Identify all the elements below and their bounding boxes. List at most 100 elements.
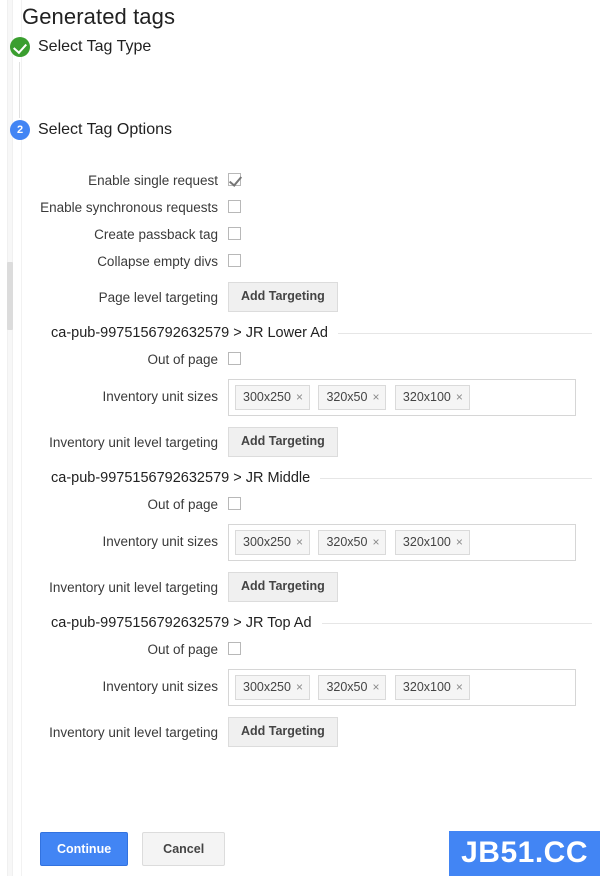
- section-divider: [320, 477, 592, 479]
- option-control: [228, 172, 600, 190]
- option-label: Enable single request: [88, 173, 218, 188]
- option-label: Inventory unit level targeting: [49, 580, 218, 595]
- remove-chip-icon[interactable]: ×: [372, 535, 379, 549]
- option-control: [228, 226, 600, 244]
- checkbox-out-of-page[interactable]: [228, 497, 241, 510]
- inventory-sizes-input[interactable]: 300x250 × 320x50 × 320x100 ×: [228, 669, 576, 706]
- checkbox-enable-single-request[interactable]: [228, 173, 241, 186]
- step-number-icon: 2: [10, 120, 30, 140]
- cancel-button[interactable]: Cancel: [142, 832, 226, 866]
- remove-chip-icon[interactable]: ×: [296, 390, 303, 404]
- check-circle-icon: [10, 37, 30, 57]
- tag-options-form: Enable single request Enable synchronous…: [0, 172, 600, 760]
- size-chip[interactable]: 320x100 ×: [394, 675, 470, 700]
- size-chip[interactable]: 300x250 ×: [235, 530, 310, 555]
- size-chip[interactable]: 300x250 ×: [235, 675, 310, 700]
- option-label: Enable synchronous requests: [40, 200, 218, 215]
- option-row-page-level-targeting: Page level targeting Add Targeting: [0, 282, 600, 312]
- inventory-unit-section: ca-pub-9975156792632579 > JR Top Ad Out …: [0, 615, 600, 747]
- add-unit-targeting-button[interactable]: Add Targeting: [228, 427, 338, 457]
- option-row-out-of-page: Out of page: [0, 641, 600, 659]
- option-control: [228, 199, 600, 217]
- inventory-unit-header: ca-pub-9975156792632579 > JR Lower Ad: [51, 325, 600, 341]
- option-row-out-of-page: Out of page: [0, 496, 600, 514]
- option-control: [228, 253, 600, 271]
- size-chip-label: 320x50: [326, 535, 368, 549]
- option-control: [228, 496, 600, 514]
- size-chip-label: 320x100: [402, 680, 451, 694]
- option-row-enable-single-request: Enable single request: [0, 172, 600, 190]
- option-row-unit-level-targeting: Inventory unit level targeting Add Targe…: [0, 717, 600, 747]
- checkbox-out-of-page[interactable]: [228, 352, 241, 365]
- size-chip[interactable]: 300x250 ×: [235, 385, 310, 410]
- add-unit-targeting-button[interactable]: Add Targeting: [228, 572, 338, 602]
- option-row-create-passback-tag: Create passback tag: [0, 226, 600, 244]
- checkbox-enable-synchronous-requests[interactable]: [228, 200, 241, 213]
- checkbox-collapse-empty-divs[interactable]: [228, 254, 241, 267]
- option-label: Inventory unit sizes: [102, 534, 218, 549]
- size-chip[interactable]: 320x100 ×: [394, 385, 470, 410]
- size-chip-label: 300x250: [243, 680, 291, 694]
- inventory-unit-title: ca-pub-9975156792632579 > JR Lower Ad: [51, 325, 328, 341]
- inventory-sizes-input[interactable]: 300x250 × 320x50 × 320x100 ×: [228, 524, 576, 561]
- option-control: Add Targeting: [228, 282, 600, 312]
- inventory-unit-title: ca-pub-9975156792632579 > JR Middle: [51, 470, 311, 486]
- inventory-unit-title: ca-pub-9975156792632579 > JR Top Ad: [51, 615, 312, 631]
- size-chip[interactable]: 320x50 ×: [318, 530, 387, 555]
- size-chip-label: 320x50: [326, 680, 368, 694]
- remove-chip-icon[interactable]: ×: [372, 390, 379, 404]
- remove-chip-icon[interactable]: ×: [456, 390, 463, 404]
- section-divider: [321, 622, 592, 624]
- option-control: 300x250 × 320x50 × 320x100 ×: [228, 524, 600, 561]
- step-connector-line: [19, 62, 20, 118]
- watermark: JB51.CC: [449, 831, 600, 876]
- size-chip[interactable]: 320x50 ×: [318, 675, 387, 700]
- size-chip-label: 300x250: [243, 390, 291, 404]
- option-row-out-of-page: Out of page: [0, 351, 600, 369]
- checkbox-create-passback-tag[interactable]: [228, 227, 241, 240]
- size-chip-label: 320x100: [402, 390, 451, 404]
- size-chip[interactable]: 320x100 ×: [394, 530, 470, 555]
- remove-chip-icon[interactable]: ×: [296, 680, 303, 694]
- option-row-collapse-empty-divs: Collapse empty divs: [0, 253, 600, 271]
- size-chip-label: 320x100: [402, 535, 451, 549]
- continue-button[interactable]: Continue: [40, 832, 129, 866]
- inventory-unit-header: ca-pub-9975156792632579 > JR Top Ad: [51, 615, 600, 631]
- option-control: 300x250 × 320x50 × 320x100 ×: [228, 379, 600, 416]
- option-control: [228, 641, 600, 659]
- page-title: Generated tags: [22, 4, 176, 29]
- option-label: Out of page: [147, 642, 218, 657]
- option-control: [228, 351, 600, 369]
- generated-tags-page: Generated tags Select Tag Type 2 Select …: [0, 0, 600, 876]
- option-row-inventory-unit-sizes: Inventory unit sizes 300x250 × 320x50 × 32…: [0, 524, 600, 561]
- step-select-tag-options-label: Select Tag Options: [38, 121, 173, 138]
- size-chip-label: 320x50: [326, 390, 368, 404]
- footer-actions: Continue Cancel: [40, 832, 226, 866]
- step-select-tag-type-label: Select Tag Type: [38, 38, 152, 55]
- option-row-unit-level-targeting: Inventory unit level targeting Add Targe…: [0, 572, 600, 602]
- inventory-sizes-input[interactable]: 300x250 × 320x50 × 320x100 ×: [228, 379, 576, 416]
- size-chip[interactable]: 320x50 ×: [318, 385, 387, 410]
- option-label: Page level targeting: [98, 290, 218, 305]
- remove-chip-icon[interactable]: ×: [372, 680, 379, 694]
- option-control: 300x250 × 320x50 × 320x100 ×: [228, 669, 600, 706]
- step-select-tag-options[interactable]: 2 Select Tag Options: [10, 120, 172, 140]
- remove-chip-icon[interactable]: ×: [456, 535, 463, 549]
- add-unit-targeting-button[interactable]: Add Targeting: [228, 717, 338, 747]
- remove-chip-icon[interactable]: ×: [296, 535, 303, 549]
- option-label: Out of page: [147, 497, 218, 512]
- checkbox-out-of-page[interactable]: [228, 642, 241, 655]
- step-select-tag-type[interactable]: Select Tag Type: [10, 37, 151, 57]
- option-row-unit-level-targeting: Inventory unit level targeting Add Targe…: [0, 427, 600, 457]
- option-label: Out of page: [147, 352, 218, 367]
- option-row-inventory-unit-sizes: Inventory unit sizes 300x250 × 320x50 × 32…: [0, 379, 600, 416]
- section-divider: [337, 332, 592, 334]
- add-page-level-targeting-button[interactable]: Add Targeting: [228, 282, 338, 312]
- option-label: Inventory unit level targeting: [49, 725, 218, 740]
- remove-chip-icon[interactable]: ×: [456, 680, 463, 694]
- option-control: Add Targeting: [228, 427, 600, 457]
- inventory-unit-section: ca-pub-9975156792632579 > JR Middle Out …: [0, 470, 600, 602]
- option-label: Collapse empty divs: [97, 254, 218, 269]
- inventory-unit-section: ca-pub-9975156792632579 > JR Lower Ad Ou…: [0, 325, 600, 457]
- option-control: Add Targeting: [228, 572, 600, 602]
